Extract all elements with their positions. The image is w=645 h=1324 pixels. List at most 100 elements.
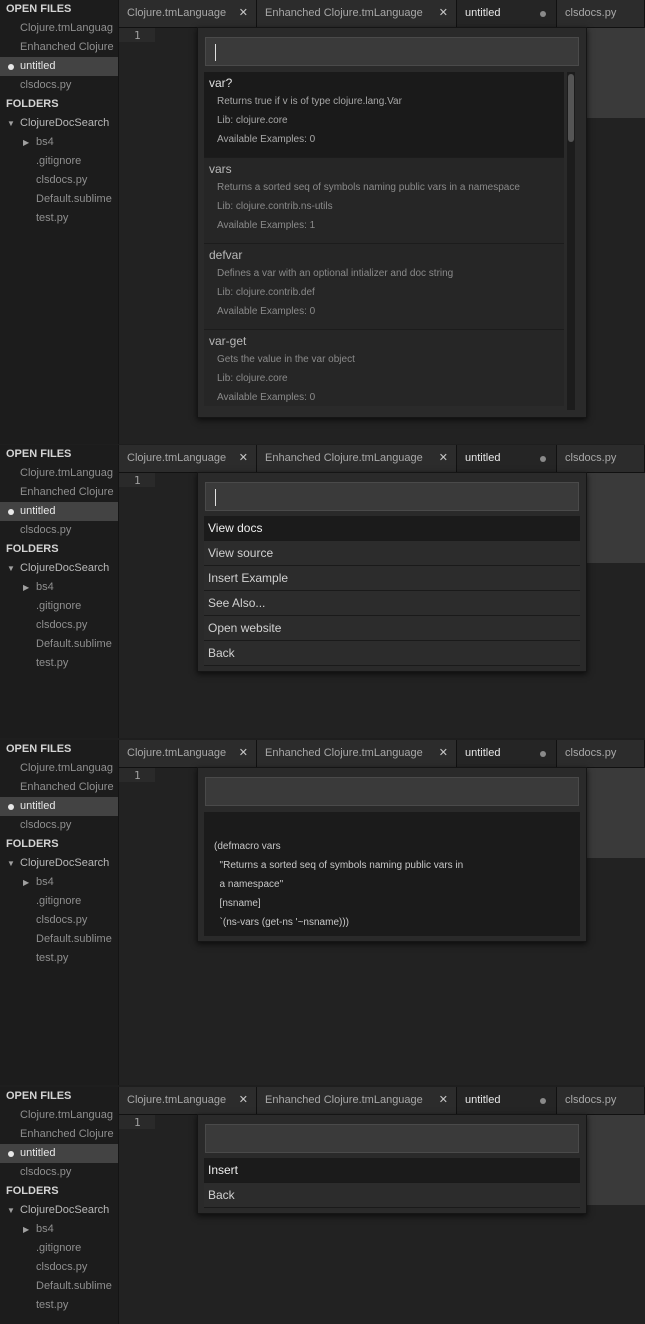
folder-item[interactable]: ▶ bs4: [0, 873, 118, 892]
tab[interactable]: Enhanched Clojure.tmLanguage ✕: [257, 445, 457, 472]
file-item[interactable]: .gitignore: [0, 152, 118, 171]
open-file-item-selected[interactable]: untitled: [0, 502, 118, 521]
tab[interactable]: Clojure.tmLanguage ✕: [119, 0, 257, 27]
open-file-item[interactable]: clsdocs.py: [0, 1163, 118, 1182]
minimap[interactable]: [585, 768, 645, 858]
result-description: Returns a sorted seq of symbols naming p…: [217, 182, 520, 193]
tab-label: Clojure.tmLanguage: [127, 747, 227, 759]
line-number: 1: [134, 1116, 141, 1129]
result-item[interactable]: defvar Defines a var with an optional in…: [204, 244, 564, 330]
tab[interactable]: clsdocs.py: [557, 740, 645, 767]
minimap[interactable]: [585, 1115, 645, 1205]
menu-item-back[interactable]: Back: [204, 1183, 580, 1208]
tab[interactable]: Enhanched Clojure.tmLanguage ✕: [257, 740, 457, 767]
result-item[interactable]: vars Returns a sorted seq of symbols nam…: [204, 158, 564, 244]
quick-panel-input[interactable]: [205, 37, 579, 66]
open-file-item[interactable]: Enhanched Clojure: [0, 483, 118, 502]
tab-active[interactable]: untitled: [457, 0, 557, 27]
folder-root[interactable]: ▼ ClojureDocSearch: [0, 1201, 118, 1220]
quick-panel-input[interactable]: [205, 482, 579, 511]
file-item[interactable]: clsdocs.py: [0, 1258, 118, 1277]
tab[interactable]: Enhanched Clojure.tmLanguage ✕: [257, 1087, 457, 1114]
result-title: defvar: [209, 248, 243, 262]
file-item[interactable]: test.py: [0, 654, 118, 673]
tab-label: clsdocs.py: [565, 747, 617, 759]
result-description: Returns true if v is of type clojure.lan…: [217, 96, 402, 107]
open-file-item[interactable]: Clojure.tmLanguag: [0, 759, 118, 778]
open-file-item[interactable]: Enhanched Clojure: [0, 778, 118, 797]
file-item[interactable]: clsdocs.py: [0, 616, 118, 635]
menu-item-insert[interactable]: Insert: [204, 1158, 580, 1183]
open-file-item[interactable]: Enhanched Clojure: [0, 1125, 118, 1144]
open-file-item[interactable]: Clojure.tmLanguag: [0, 464, 118, 483]
open-file-item[interactable]: Enhanched Clojure: [0, 38, 118, 57]
tab[interactable]: Enhanched Clojure.tmLanguage ✕: [257, 0, 457, 27]
tab-active[interactable]: untitled: [457, 740, 557, 767]
file-item[interactable]: Default.sublime: [0, 1277, 118, 1296]
open-file-item[interactable]: Clojure.tmLanguag: [0, 1106, 118, 1125]
quick-panel-input[interactable]: [205, 1124, 579, 1153]
minimap[interactable]: [585, 473, 645, 563]
tab[interactable]: clsdocs.py: [557, 445, 645, 472]
tab[interactable]: clsdocs.py: [557, 0, 645, 27]
folder-root[interactable]: ▼ ClojureDocSearch: [0, 114, 118, 133]
tab-label: untitled: [465, 7, 501, 19]
result-item[interactable]: var-get Gets the value in the var object…: [204, 330, 564, 406]
file-item[interactable]: clsdocs.py: [0, 911, 118, 930]
quick-panel: (defmacro vars "Returns a sorted seq of …: [197, 767, 587, 942]
close-icon[interactable]: ✕: [439, 740, 448, 767]
folder-label: ClojureDocSearch: [20, 562, 110, 574]
menu-item-view-docs[interactable]: View docs: [204, 516, 580, 541]
open-file-item-selected[interactable]: untitled: [0, 57, 118, 76]
file-item[interactable]: Default.sublime: [0, 930, 118, 949]
scrollbar-thumb[interactable]: [568, 74, 574, 142]
folder-item[interactable]: ▶ bs4: [0, 1220, 118, 1239]
open-file-item-selected[interactable]: untitled: [0, 797, 118, 816]
file-item[interactable]: .gitignore: [0, 597, 118, 616]
open-file-item-selected[interactable]: untitled: [0, 1144, 118, 1163]
file-item[interactable]: .gitignore: [0, 892, 118, 911]
file-item[interactable]: .gitignore: [0, 1239, 118, 1258]
folder-item[interactable]: ▶ bs4: [0, 133, 118, 152]
close-icon[interactable]: ✕: [439, 445, 448, 472]
tab[interactable]: Clojure.tmLanguage ✕: [119, 445, 257, 472]
close-icon[interactable]: ✕: [239, 0, 248, 27]
tab[interactable]: clsdocs.py: [557, 1087, 645, 1114]
menu-item-see-also[interactable]: See Also...: [204, 591, 580, 616]
file-item[interactable]: Default.sublime: [0, 190, 118, 209]
file-item[interactable]: clsdocs.py: [0, 171, 118, 190]
folder-root[interactable]: ▼ ClojureDocSearch: [0, 854, 118, 873]
minimap[interactable]: [585, 28, 645, 118]
tab[interactable]: Clojure.tmLanguage ✕: [119, 1087, 257, 1114]
open-file-item[interactable]: Clojure.tmLanguag: [0, 19, 118, 38]
code-line: "Returns a sorted seq of symbols naming …: [214, 860, 464, 871]
folder-item[interactable]: ▶ bs4: [0, 578, 118, 597]
scrollbar[interactable]: [567, 72, 575, 410]
quick-panel-input[interactable]: [205, 777, 579, 806]
open-file-item[interactable]: clsdocs.py: [0, 76, 118, 95]
close-icon[interactable]: ✕: [239, 445, 248, 472]
result-item[interactable]: var? Returns true if v is of type clojur…: [204, 72, 564, 158]
close-icon[interactable]: ✕: [239, 1087, 248, 1114]
quick-panel: View docs View source Insert Example See…: [197, 472, 587, 672]
menu-item-insert-example[interactable]: Insert Example: [204, 566, 580, 591]
open-file-item[interactable]: clsdocs.py: [0, 521, 118, 540]
file-item[interactable]: test.py: [0, 1296, 118, 1315]
menu-item-open-website[interactable]: Open website: [204, 616, 580, 641]
close-icon[interactable]: ✕: [439, 0, 448, 27]
tab-label: clsdocs.py: [565, 7, 617, 19]
file-item[interactable]: test.py: [0, 209, 118, 228]
menu-item-back[interactable]: Back: [204, 641, 580, 666]
tab-active[interactable]: untitled: [457, 445, 557, 472]
tab[interactable]: Clojure.tmLanguage ✕: [119, 740, 257, 767]
file-item[interactable]: Default.sublime: [0, 635, 118, 654]
tab-bar: Clojure.tmLanguage ✕ Enhanched Clojure.tm…: [119, 445, 645, 473]
close-icon[interactable]: ✕: [439, 1087, 448, 1114]
triangle-right-icon: ▶: [23, 1225, 30, 1234]
tab-active[interactable]: untitled: [457, 1087, 557, 1114]
file-item[interactable]: test.py: [0, 949, 118, 968]
folder-root[interactable]: ▼ ClojureDocSearch: [0, 559, 118, 578]
menu-item-view-source[interactable]: View source: [204, 541, 580, 566]
close-icon[interactable]: ✕: [239, 740, 248, 767]
open-file-item[interactable]: clsdocs.py: [0, 816, 118, 835]
